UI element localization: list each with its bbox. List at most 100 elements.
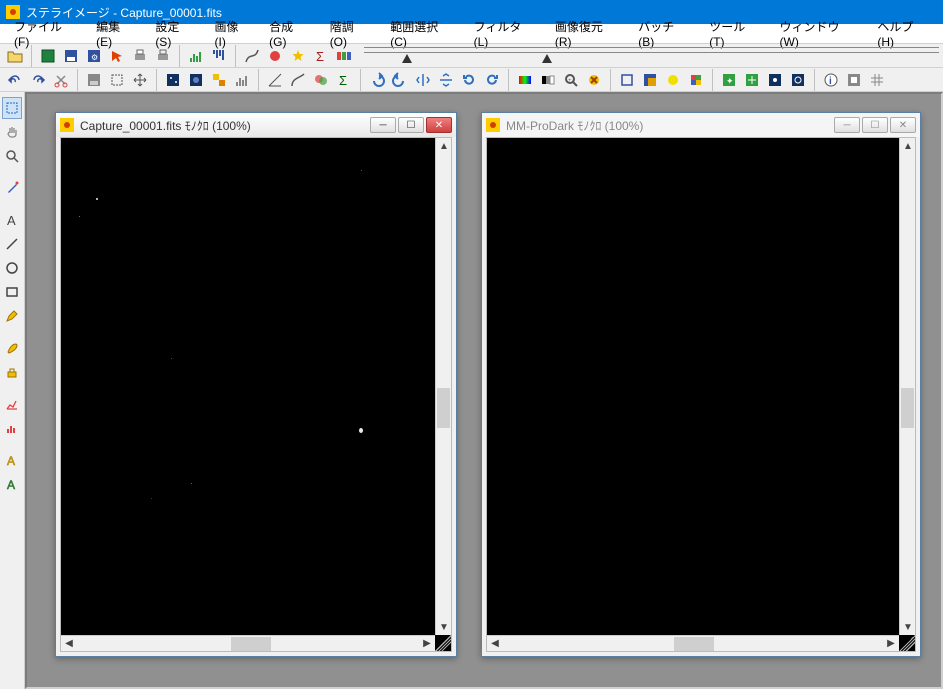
resize-grip[interactable] (899, 635, 915, 651)
level-curve-icon[interactable] (241, 45, 263, 67)
hscrollbar[interactable]: ◀ ▶ (487, 635, 899, 651)
scroll-thumb[interactable] (901, 388, 914, 428)
channel-icon[interactable] (639, 69, 661, 91)
levels-icon[interactable] (264, 69, 286, 91)
scroll-left-icon[interactable]: ◀ (487, 636, 503, 652)
pen-tool-icon[interactable] (2, 305, 22, 327)
arrow-icon[interactable] (106, 45, 128, 67)
eyedropper-icon[interactable] (2, 177, 22, 199)
grid-icon[interactable] (866, 69, 888, 91)
color-adjust-icon[interactable] (264, 45, 286, 67)
scroll-left-icon[interactable]: ◀ (61, 636, 77, 652)
scroll-right-icon[interactable]: ▶ (419, 636, 435, 652)
menu-help[interactable]: ヘルプ(H) (867, 16, 939, 51)
new-icon[interactable] (37, 45, 59, 67)
zoom-tool-icon[interactable] (2, 145, 22, 167)
menu-filter[interactable]: フィルタ(L) (464, 16, 545, 51)
false-color-icon[interactable] (537, 69, 559, 91)
window-capture-titlebar[interactable]: Capture_00001.fits ﾓﾉｸﾛ (100%) ─ ☐ ✕ (56, 113, 456, 137)
window-prodark-titlebar[interactable]: MM-ProDark ﾓﾉｸﾛ (100%) ─ ☐ ✕ (482, 113, 920, 137)
cut-icon[interactable] (50, 69, 72, 91)
histogram-icon[interactable] (185, 45, 207, 67)
blink-icon[interactable] (764, 69, 786, 91)
scroll-thumb[interactable] (231, 637, 271, 651)
rotate-cw-icon[interactable] (458, 69, 480, 91)
window-capture-image[interactable]: ▲ ▼ ◀ ▶ (60, 137, 452, 652)
rotate-right-icon[interactable] (389, 69, 411, 91)
menu-tool[interactable]: ツール(T) (699, 16, 769, 51)
composite-1-icon[interactable] (162, 69, 184, 91)
histogram-tool-icon[interactable] (2, 417, 22, 439)
measure-icon[interactable]: ✦ (718, 69, 740, 91)
ruler-marker-right[interactable] (542, 54, 552, 63)
save-icon[interactable] (60, 45, 82, 67)
menu-batch[interactable]: バッチ(B) (628, 16, 699, 51)
sigma-icon[interactable]: Σ (310, 45, 332, 67)
hscrollbar[interactable]: ◀ ▶ (61, 635, 435, 651)
print-icon[interactable] (129, 45, 151, 67)
resize-grip[interactable] (435, 635, 451, 651)
scroll-up-icon[interactable]: ▲ (900, 139, 916, 155)
window-prodark-image[interactable]: ▲ ▼ ◀ ▶ (486, 137, 916, 652)
star-icon[interactable] (287, 45, 309, 67)
image-info-icon[interactable]: i (820, 69, 842, 91)
circle-tool-icon[interactable] (2, 257, 22, 279)
flip-h-icon[interactable] (412, 69, 434, 91)
menu-window[interactable]: ウィンドウ(W) (770, 16, 868, 51)
gradient-icon[interactable] (514, 69, 536, 91)
scroll-thumb[interactable] (437, 388, 450, 428)
maximize-button[interactable]: ☐ (862, 117, 888, 133)
rect-tool-icon[interactable] (2, 281, 22, 303)
save-gray-icon[interactable] (83, 69, 105, 91)
sharpen-icon[interactable]: + (560, 69, 582, 91)
menu-range[interactable]: 範囲選択(C) (380, 16, 463, 51)
move-tool-icon[interactable] (129, 69, 151, 91)
vscrollbar[interactable]: ▲ ▼ (435, 138, 451, 635)
color-tool-icon[interactable] (2, 361, 22, 383)
print-preview-icon[interactable] (152, 45, 174, 67)
rgb-separate-icon[interactable] (333, 45, 355, 67)
ruler-marker-left[interactable] (402, 54, 412, 63)
auto-level-icon[interactable] (287, 69, 309, 91)
histogram-flip-icon[interactable] (208, 45, 230, 67)
palette-icon[interactable] (685, 69, 707, 91)
select-tool-icon[interactable] (2, 97, 22, 119)
rotate-left-icon[interactable] (366, 69, 388, 91)
photometry-icon[interactable] (787, 69, 809, 91)
astrometry-icon[interactable] (741, 69, 763, 91)
brush-tool-icon[interactable] (2, 337, 22, 359)
sigma-clip-icon[interactable]: Σ (333, 69, 355, 91)
minimize-button[interactable]: ─ (834, 117, 860, 133)
graph-tool-icon[interactable] (2, 393, 22, 415)
tone-curve-icon[interactable] (231, 69, 253, 91)
flip-v-icon[interactable] (435, 69, 457, 91)
label-tool-icon[interactable]: A (2, 473, 22, 495)
save-settings-icon[interactable]: ⚙ (83, 45, 105, 67)
text-tool-icon[interactable]: A (2, 209, 22, 231)
minimize-button[interactable]: ─ (370, 117, 396, 133)
scroll-right-icon[interactable]: ▶ (883, 636, 899, 652)
scroll-down-icon[interactable]: ▼ (436, 619, 452, 635)
scroll-up-icon[interactable]: ▲ (436, 139, 452, 155)
scroll-down-icon[interactable]: ▼ (900, 619, 916, 635)
vscrollbar[interactable]: ▲ ▼ (899, 138, 915, 635)
ruler[interactable] (364, 47, 939, 67)
rotate-ccw-icon[interactable] (481, 69, 503, 91)
close-button[interactable]: ✕ (426, 117, 452, 133)
line-tool-icon[interactable] (2, 233, 22, 255)
scroll-thumb[interactable] (674, 637, 714, 651)
hand-tool-icon[interactable] (2, 121, 22, 143)
mosaic-icon[interactable] (208, 69, 230, 91)
annotation-icon[interactable]: A (2, 449, 22, 471)
maximize-button[interactable]: ☐ (398, 117, 424, 133)
highlight-icon[interactable] (662, 69, 684, 91)
color-balance-icon[interactable] (310, 69, 332, 91)
mask-icon[interactable] (843, 69, 865, 91)
redo-icon[interactable] (27, 69, 49, 91)
open-icon[interactable] (4, 45, 26, 67)
undo-icon[interactable] (4, 69, 26, 91)
menu-restore[interactable]: 画像復元(R) (545, 16, 628, 51)
cancel-op-icon[interactable] (583, 69, 605, 91)
composite-2-icon[interactable] (185, 69, 207, 91)
crop-icon[interactable] (616, 69, 638, 91)
